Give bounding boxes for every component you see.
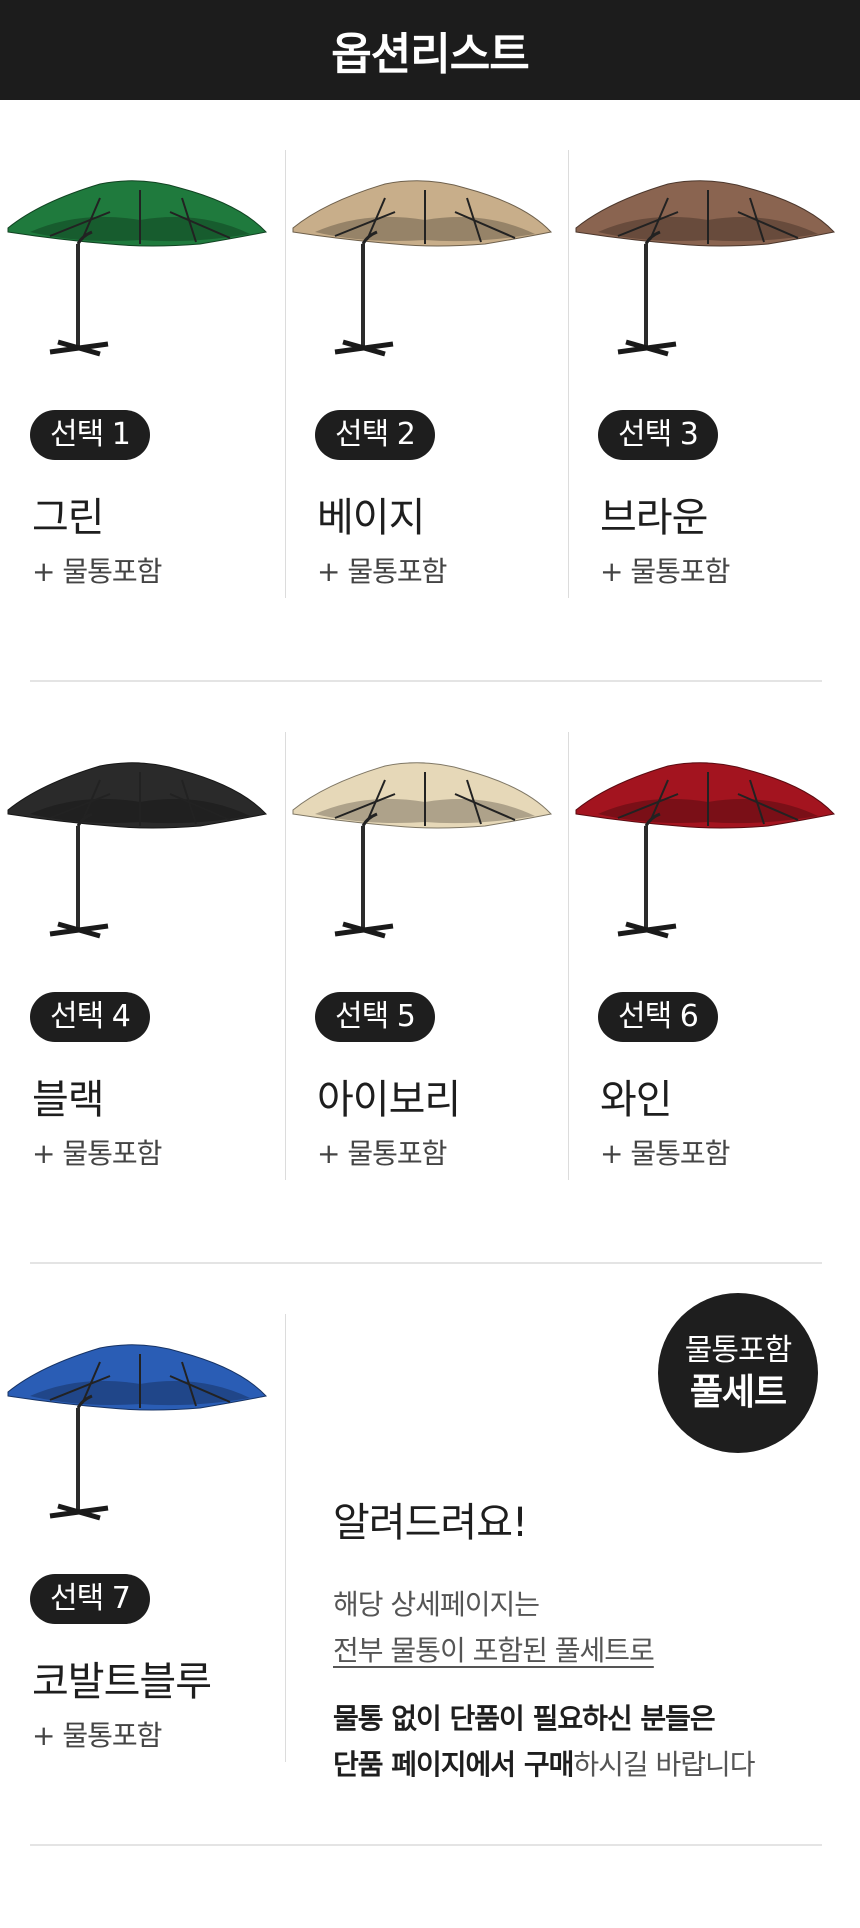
umbrella-cobalt-blue-image: [7, 1344, 267, 1521]
section-divider: [30, 1262, 822, 1264]
umbrella-ivory-image: [292, 762, 552, 939]
section-divider: [30, 1844, 822, 1846]
umbrella-beige-image: [292, 180, 552, 357]
option-name: 블랙: [32, 1077, 105, 1123]
option-name: 그린: [32, 495, 105, 541]
option-card-3[interactable]: 선택 3 브라운 + 물통포함: [568, 140, 852, 600]
option-includes: + 물통포함: [32, 1719, 162, 1752]
umbrella-black-image: [7, 762, 267, 939]
umbrella-green-image: [7, 180, 267, 357]
option-card-6[interactable]: 선택 6 와인 + 물통포함: [568, 722, 852, 1182]
option-includes: + 물통포함: [317, 1137, 447, 1170]
badge-line-2: 풀세트: [689, 1372, 787, 1413]
option-card-5[interactable]: 선택 5 아이보리 + 물통포함: [285, 722, 569, 1182]
option-name: 코발트블루: [32, 1659, 212, 1705]
option-includes: + 물통포함: [600, 555, 730, 588]
option-tag: 선택 6: [598, 992, 718, 1042]
option-includes: + 물통포함: [600, 1137, 730, 1170]
notice-rest: 하시길 바랍니다: [573, 1748, 755, 1781]
option-includes: + 물통포함: [32, 555, 162, 588]
option-card-7[interactable]: 선택 7 코발트블루 + 물통포함: [0, 1304, 284, 1764]
option-tag: 선택 2: [315, 410, 435, 460]
option-name: 베이지: [317, 495, 425, 541]
option-name: 아이보리: [317, 1077, 461, 1123]
option-card-4[interactable]: 선택 4 블랙 + 물통포함: [0, 722, 284, 1182]
notice-line-underlined: 전부 물통이 포함된 풀세트로: [333, 1634, 655, 1667]
option-includes: + 물통포함: [317, 555, 447, 588]
notice-box: 알려드려요! 해당 상세페이지는 전부 물통이 포함된 풀세트로 물통 없이 단…: [333, 1490, 833, 1788]
page-title: 옵션리스트: [331, 29, 529, 80]
notice-line: 해당 상세페이지는: [333, 1588, 540, 1621]
option-tag: 선택 4: [30, 992, 150, 1042]
option-card-1[interactable]: 선택 1 그린 + 물통포함: [0, 140, 284, 600]
page-header: 옵션리스트: [0, 0, 860, 100]
option-name: 브라운: [600, 495, 708, 541]
option-tag: 선택 3: [598, 410, 718, 460]
umbrella-brown-image: [575, 180, 835, 357]
option-name: 와인: [600, 1077, 673, 1123]
column-separator: [285, 1314, 286, 1762]
option-tag: 선택 1: [30, 410, 150, 460]
notice-line: 단품 페이지에서 구매하시길 바랍니다: [333, 1742, 833, 1788]
badge-line-1: 물통포함: [684, 1333, 792, 1368]
notice-line-bold: 물통 없이 단품이 필요하신 분들은: [333, 1702, 716, 1735]
option-card-2[interactable]: 선택 2 베이지 + 물통포함: [285, 140, 569, 600]
option-tag: 선택 7: [30, 1574, 150, 1624]
option-tag: 선택 5: [315, 992, 435, 1042]
notice-title: 알려드려요!: [333, 1500, 528, 1546]
section-divider: [30, 680, 822, 682]
option-includes: + 물통포함: [32, 1137, 162, 1170]
umbrella-wine-image: [575, 762, 835, 939]
notice-emphasis: 단품 페이지에서 구매: [333, 1748, 574, 1781]
full-set-badge: 물통포함 풀세트: [658, 1293, 818, 1453]
